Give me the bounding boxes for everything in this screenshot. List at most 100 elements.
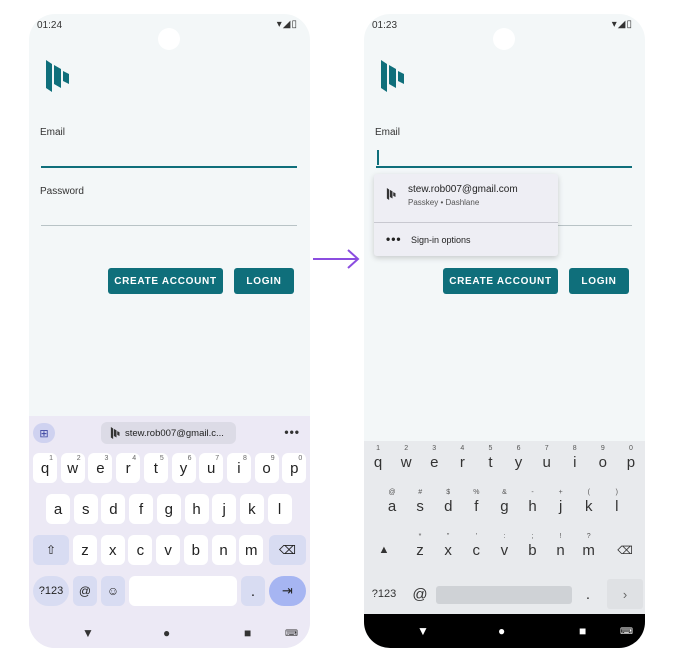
key-u[interactable]: u7: [199, 453, 224, 483]
backspace-key[interactable]: ⌫: [269, 535, 306, 565]
key-x[interactable]: x: [100, 535, 125, 565]
home-icon[interactable]: ●: [498, 624, 505, 638]
key-u[interactable]: u7: [533, 445, 561, 479]
period-key[interactable]: .: [576, 577, 600, 611]
keyboard-toolbar: ⊞ stew.rob007@gmail.c... •••: [29, 416, 310, 450]
email-label: Email: [375, 127, 401, 138]
key-h[interactable]: h-: [519, 489, 547, 523]
backspace-key[interactable]: ⌫: [607, 533, 643, 567]
shift-key[interactable]: ▲: [366, 533, 402, 567]
key-r[interactable]: r4: [448, 445, 476, 479]
back-icon[interactable]: ▼: [82, 626, 94, 640]
email-field[interactable]: [376, 166, 632, 168]
key-g[interactable]: g &: [490, 489, 518, 523]
key-g[interactable]: g: [156, 494, 181, 524]
key-z[interactable]: z *: [406, 533, 434, 567]
key-b[interactable]: b: [183, 535, 208, 565]
autofill-suggestion-chip[interactable]: stew.rob007@gmail.c...: [101, 422, 236, 444]
autofill-email: stew.rob007@gmail.com: [408, 184, 518, 195]
key-k[interactable]: k: [239, 494, 264, 524]
key-r[interactable]: r4: [116, 453, 141, 483]
key-x[interactable]: x ": [434, 533, 462, 567]
keyboard-switch-icon[interactable]: ⌨: [620, 626, 633, 637]
key-j[interactable]: j +: [547, 489, 575, 523]
symbols-key[interactable]: ?123: [366, 577, 402, 611]
key-m[interactable]: m: [239, 535, 264, 565]
text-cursor: [377, 150, 379, 165]
key-l[interactable]: l): [603, 489, 631, 523]
key-l[interactable]: l: [267, 494, 292, 524]
back-icon[interactable]: ▼: [417, 624, 429, 638]
autofill-account-item[interactable]: stew.rob007@gmail.com Passkey • Dashlane: [374, 174, 558, 221]
key-y[interactable]: y6: [505, 445, 533, 479]
spacebar[interactable]: [436, 586, 572, 604]
navigation-bar: ▼ ● ■ ⌨: [364, 614, 645, 648]
key-v[interactable]: v:: [490, 533, 518, 567]
key-a[interactable]: a @: [378, 489, 406, 523]
create-account-button[interactable]: CREATE ACCOUNT: [443, 268, 558, 294]
key-c[interactable]: c ': [462, 533, 490, 567]
key-o[interactable]: o9: [254, 453, 279, 483]
key-f[interactable]: f%: [462, 489, 490, 523]
at-key[interactable]: @: [73, 576, 97, 606]
key-a[interactable]: a: [46, 494, 70, 524]
status-icons: ▾◢▯: [611, 19, 633, 30]
key-p[interactable]: p0: [617, 445, 645, 479]
key-p[interactable]: p0: [282, 453, 307, 483]
key-t[interactable]: t5: [476, 445, 504, 479]
key-z[interactable]: z: [73, 535, 97, 565]
email-field[interactable]: [41, 166, 297, 168]
key-o[interactable]: o9: [589, 445, 617, 479]
spacebar[interactable]: [129, 576, 237, 606]
symbols-key[interactable]: ?123: [33, 576, 69, 606]
enter-key[interactable]: ⇥: [269, 576, 306, 606]
key-w[interactable]: w2: [60, 453, 85, 483]
more-options-icon[interactable]: •••: [284, 425, 300, 439]
key-n[interactable]: n!: [547, 533, 575, 567]
keyboard-switch-icon[interactable]: ⌨: [285, 628, 298, 639]
key-i[interactable]: i8: [561, 445, 589, 479]
key-e[interactable]: e3: [420, 445, 448, 479]
key-s[interactable]: s: [73, 494, 98, 524]
login-button[interactable]: LOGIN: [234, 268, 294, 294]
shift-key[interactable]: ⇧: [33, 535, 69, 565]
key-i[interactable]: i8: [226, 453, 251, 483]
go-key[interactable]: ›: [607, 579, 643, 609]
key-w[interactable]: w2: [392, 445, 420, 479]
status-icons: ▾◢▯: [276, 19, 298, 30]
create-account-button[interactable]: CREATE ACCOUNT: [108, 268, 223, 294]
key-m[interactable]: m?: [575, 533, 603, 567]
key-t[interactable]: t5: [143, 453, 168, 483]
email-label: Email: [40, 127, 66, 138]
key-k[interactable]: k(: [575, 489, 603, 523]
key-f[interactable]: f: [129, 494, 154, 524]
key-y[interactable]: y6: [171, 453, 196, 483]
at-key[interactable]: @: [406, 577, 434, 611]
key-b[interactable]: b;: [518, 533, 546, 567]
transition-arrow-icon: [313, 249, 360, 269]
key-d[interactable]: d: [101, 494, 126, 524]
key-s[interactable]: s #: [406, 489, 434, 523]
recents-icon[interactable]: ■: [244, 626, 251, 640]
emoji-key[interactable]: ☺: [101, 576, 125, 606]
key-e[interactable]: e3: [88, 453, 113, 483]
key-j[interactable]: j: [212, 494, 237, 524]
key-h[interactable]: h: [184, 494, 209, 524]
period-key[interactable]: .: [241, 576, 265, 606]
key-c[interactable]: c: [128, 535, 153, 565]
key-q[interactable]: q1: [33, 453, 57, 483]
phone-screen-before: 01:24 ▾◢▯ Email Password CREATE ACCOUNT …: [29, 14, 310, 648]
key-d[interactable]: d $: [434, 489, 462, 523]
password-field[interactable]: [41, 225, 297, 226]
password-label: Password: [40, 186, 84, 197]
sign-in-options-item[interactable]: ••• Sign-in options: [374, 222, 558, 256]
apps-grid-icon[interactable]: ⊞: [33, 423, 55, 443]
key-n[interactable]: n: [211, 535, 236, 565]
recents-icon[interactable]: ■: [579, 624, 586, 638]
login-button[interactable]: LOGIN: [569, 268, 629, 294]
more-icon: •••: [386, 232, 402, 246]
home-icon[interactable]: ●: [163, 626, 170, 640]
key-v[interactable]: v: [156, 535, 181, 565]
autofill-dropdown: stew.rob007@gmail.com Passkey • Dashlane…: [374, 174, 558, 256]
key-q[interactable]: q1: [364, 445, 392, 479]
